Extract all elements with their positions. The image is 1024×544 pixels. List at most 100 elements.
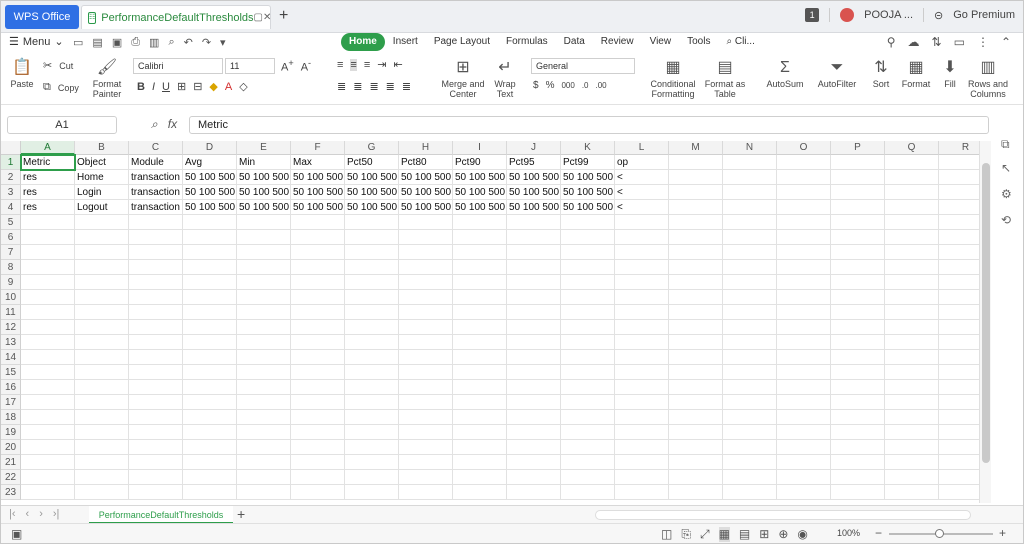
table-cell[interactable] — [939, 290, 979, 305]
increase-font-icon[interactable]: A+ — [281, 58, 294, 74]
table-cell[interactable] — [669, 305, 723, 320]
table-cell[interactable] — [615, 260, 669, 275]
table-cell[interactable] — [399, 320, 453, 335]
row-header[interactable]: 17 — [1, 395, 21, 410]
vertical-scroll-thumb[interactable] — [982, 163, 990, 463]
table-cell[interactable] — [75, 245, 129, 260]
column-header[interactable]: H — [399, 141, 453, 155]
table-cell[interactable] — [237, 470, 291, 485]
table-cell[interactable]: < — [615, 170, 669, 185]
merge-center-button[interactable]: ⊞ Merge and Center — [441, 59, 485, 99]
table-cell[interactable] — [561, 410, 615, 425]
table-cell[interactable] — [507, 305, 561, 320]
table-cell[interactable] — [75, 455, 129, 470]
table-cell[interactable] — [885, 425, 939, 440]
column-header[interactable]: J — [507, 141, 561, 155]
table-cell[interactable] — [885, 380, 939, 395]
column-header[interactable]: O — [777, 141, 831, 155]
table-cell[interactable]: res — [21, 185, 75, 200]
table-cell[interactable] — [237, 320, 291, 335]
table-cell[interactable] — [831, 395, 885, 410]
table-cell[interactable] — [939, 260, 979, 275]
table-cell[interactable] — [507, 410, 561, 425]
zoom-out-icon[interactable]: − — [875, 526, 882, 540]
table-cell[interactable] — [453, 275, 507, 290]
table-cell[interactable] — [237, 380, 291, 395]
save-icon[interactable]: ▣ — [112, 36, 122, 49]
table-cell[interactable] — [237, 350, 291, 365]
row-header[interactable]: 8 — [1, 260, 21, 275]
table-cell[interactable] — [399, 230, 453, 245]
table-cell[interactable] — [939, 395, 979, 410]
sheet-tab-performance[interactable]: PerformanceDefaultThresholds — [89, 506, 233, 524]
close-tab-icon[interactable]: ✕ — [263, 12, 271, 23]
table-cell[interactable] — [561, 395, 615, 410]
table-cell[interactable] — [453, 470, 507, 485]
table-cell[interactable] — [129, 365, 183, 380]
table-cell[interactable] — [831, 410, 885, 425]
table-cell[interactable] — [183, 320, 237, 335]
table-cell[interactable] — [21, 335, 75, 350]
table-cell[interactable] — [291, 290, 345, 305]
table-cell[interactable] — [453, 395, 507, 410]
table-cell[interactable]: Pct99 — [561, 155, 615, 170]
table-cell[interactable] — [399, 470, 453, 485]
table-cell[interactable] — [507, 395, 561, 410]
column-header[interactable]: I — [453, 141, 507, 155]
table-cell[interactable]: Login — [75, 185, 129, 200]
table-cell[interactable] — [129, 290, 183, 305]
table-cell[interactable] — [939, 245, 979, 260]
table-cell[interactable] — [507, 260, 561, 275]
table-cell[interactable] — [75, 425, 129, 440]
table-cell[interactable] — [75, 305, 129, 320]
table-cell[interactable] — [237, 215, 291, 230]
row-header[interactable]: 23 — [1, 485, 21, 500]
table-cell[interactable] — [723, 395, 777, 410]
table-cell[interactable] — [939, 320, 979, 335]
table-cell[interactable] — [345, 410, 399, 425]
table-cell[interactable] — [615, 290, 669, 305]
table-cell[interactable] — [777, 365, 831, 380]
table-cell[interactable] — [21, 215, 75, 230]
table-cell[interactable] — [885, 440, 939, 455]
table-cell[interactable] — [669, 290, 723, 305]
table-cell[interactable] — [129, 440, 183, 455]
copy-button[interactable]: ⧉ Copy — [43, 81, 79, 94]
table-cell[interactable] — [723, 290, 777, 305]
column-header[interactable]: G — [345, 141, 399, 155]
table-cell[interactable] — [669, 155, 723, 170]
table-cell[interactable] — [615, 440, 669, 455]
table-cell[interactable] — [453, 245, 507, 260]
distributed-icon[interactable]: ≣ — [402, 80, 411, 93]
table-cell[interactable] — [345, 440, 399, 455]
table-cell[interactable] — [777, 395, 831, 410]
table-cell[interactable] — [723, 410, 777, 425]
table-cell[interactable]: 50 100 500 — [561, 200, 615, 215]
table-cell[interactable]: 50 100 500 — [291, 170, 345, 185]
table-cell[interactable] — [939, 440, 979, 455]
table-cell[interactable] — [183, 290, 237, 305]
fill-color-icon[interactable]: ◆ — [209, 80, 217, 93]
table-cell[interactable]: Object — [75, 155, 129, 170]
table-cell[interactable] — [507, 470, 561, 485]
table-cell[interactable]: 50 100 500 — [345, 185, 399, 200]
table-cell[interactable] — [939, 215, 979, 230]
row-header[interactable]: 4 — [1, 200, 21, 215]
table-cell[interactable]: transaction — [129, 170, 183, 185]
customize-icon[interactable]: ▾ — [220, 36, 226, 49]
table-cell[interactable] — [507, 230, 561, 245]
decrease-decimal-icon[interactable]: .00 — [596, 81, 607, 90]
zoom-in-icon[interactable]: + — [999, 526, 1006, 540]
table-cell[interactable] — [507, 365, 561, 380]
table-cell[interactable] — [399, 395, 453, 410]
add-sheet-button[interactable]: + — [237, 506, 245, 522]
table-cell[interactable] — [21, 245, 75, 260]
table-cell[interactable] — [453, 320, 507, 335]
column-header[interactable]: F — [291, 141, 345, 155]
table-cell[interactable] — [669, 440, 723, 455]
table-cell[interactable] — [615, 320, 669, 335]
new-file-icon[interactable]: ▭ — [73, 36, 83, 49]
table-cell[interactable] — [777, 410, 831, 425]
column-header[interactable]: M — [669, 141, 723, 155]
table-cell[interactable] — [669, 395, 723, 410]
